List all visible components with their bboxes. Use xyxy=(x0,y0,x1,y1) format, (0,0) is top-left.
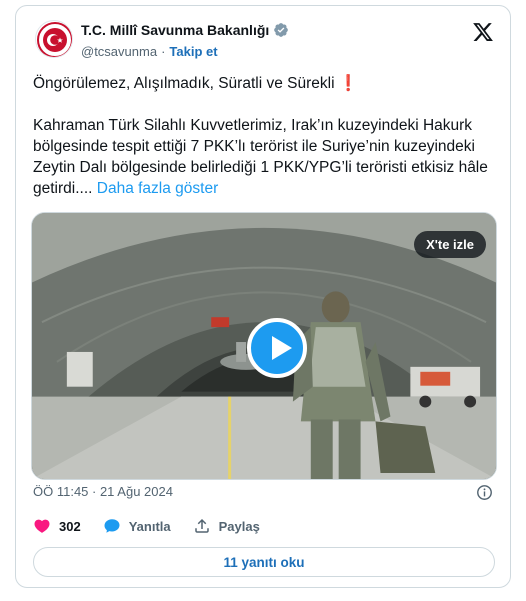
handle-row: @tcsavunma · Takip et xyxy=(81,44,218,59)
account-name-row: T.C. Millî Savunma Bakanlığı xyxy=(81,22,289,38)
account-name[interactable]: T.C. Millî Savunma Bakanlığı xyxy=(81,22,269,38)
tweet-text: Öngörülemez, Alışılmadık, Süratli ve Sür… xyxy=(33,73,503,199)
tweet-timestamp[interactable]: ÖÖ 11:45 · 21 Ağu 2024 xyxy=(33,484,173,499)
reply-bubble-icon xyxy=(104,519,120,533)
like-button[interactable]: 302 xyxy=(33,517,81,535)
reply-label: Yanıtla xyxy=(128,518,171,534)
tweet-actions: 302 Yanıtla Paylaş xyxy=(33,517,260,535)
tweet-card: T.C. Millî Savunma Bakanlığı @tcsavunma … xyxy=(15,5,511,588)
account-avatar[interactable] xyxy=(35,20,73,58)
heart-icon xyxy=(34,519,50,533)
msb-logo-icon xyxy=(37,22,72,57)
separator-dot: · xyxy=(161,44,166,59)
video-player[interactable]: X'te izle xyxy=(31,212,497,480)
account-handle[interactable]: @tcsavunma xyxy=(81,44,157,59)
share-label: Paylaş xyxy=(218,518,260,534)
reply-button[interactable]: Yanıtla xyxy=(103,517,171,535)
like-count: 302 xyxy=(59,518,81,534)
exclamation-emoji-icon: ❗ xyxy=(338,75,359,92)
show-more-link[interactable]: Daha fazla göster xyxy=(97,180,219,197)
tweet-header: T.C. Millî Savunma Bakanlığı @tcsavunma … xyxy=(35,17,494,69)
x-logo-icon[interactable] xyxy=(472,21,494,43)
info-icon[interactable] xyxy=(476,484,493,501)
verified-badge-icon xyxy=(274,23,289,37)
watch-on-x-button[interactable]: X'te izle xyxy=(414,231,486,258)
follow-button[interactable]: Takip et xyxy=(169,44,217,59)
play-icon[interactable] xyxy=(247,318,307,378)
read-replies-button[interactable]: 11 yanıtı oku xyxy=(33,547,495,577)
share-icon xyxy=(194,518,209,533)
tweet-headline: Öngörülemez, Alışılmadık, Süratli ve Sür… xyxy=(33,75,335,92)
share-button[interactable]: Paylaş xyxy=(193,517,260,535)
